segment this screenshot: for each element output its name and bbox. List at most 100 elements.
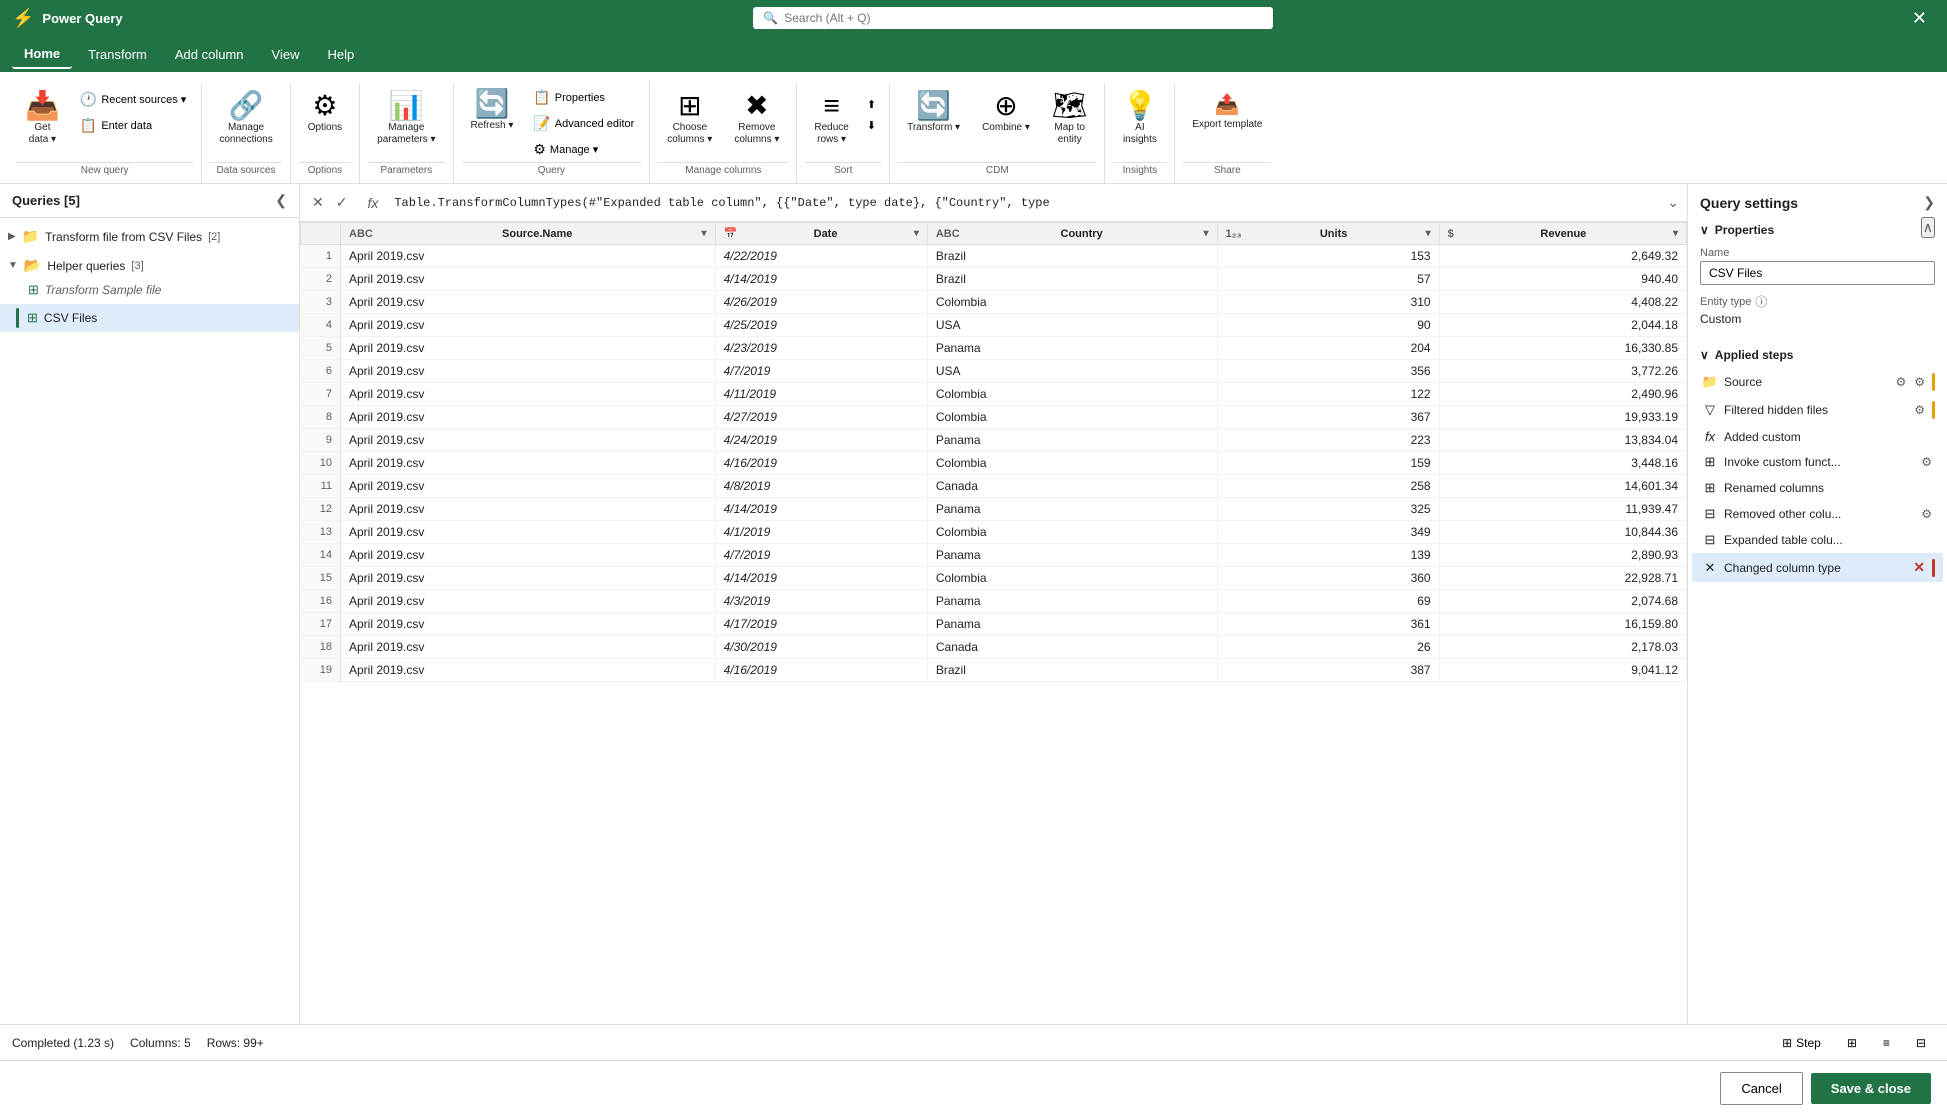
options-button[interactable]: ⚙ Options — [299, 87, 351, 139]
revenue-dropdown-icon[interactable]: ▾ — [1673, 228, 1678, 239]
cell-country: Colombia — [927, 521, 1217, 544]
combine-button[interactable]: ⊕ Combine ▾ — [973, 87, 1039, 139]
sort-asc-button[interactable]: ⬆ — [862, 95, 881, 114]
properties-section-header[interactable]: ∨ Properties — [1688, 217, 1947, 243]
applied-steps-chevron-icon: ∨ — [1700, 348, 1709, 362]
table-row[interactable]: 8 April 2019.csv 4/27/2019 Colombia 367 … — [301, 406, 1687, 429]
menu-item-add-column[interactable]: Add column — [163, 41, 256, 68]
table-row[interactable]: 3 April 2019.csv 4/26/2019 Colombia 310 … — [301, 291, 1687, 314]
step-delete-icon[interactable]: ✕ — [1910, 558, 1928, 577]
step-nav-icon[interactable]: ⚙ — [1911, 374, 1928, 390]
right-panel-expand-button[interactable]: ❯ — [1923, 194, 1935, 211]
query-item-csv-files[interactable]: ⊞ CSV Files — [0, 304, 299, 332]
table-row[interactable]: 13 April 2019.csv 4/1/2019 Colombia 349 … — [301, 521, 1687, 544]
table-row[interactable]: 4 April 2019.csv 4/25/2019 USA 90 2,044.… — [301, 314, 1687, 337]
table-row[interactable]: 7 April 2019.csv 4/11/2019 Colombia 122 … — [301, 383, 1687, 406]
table-row[interactable]: 18 April 2019.csv 4/30/2019 Canada 26 2,… — [301, 636, 1687, 659]
table-row[interactable]: 16 April 2019.csv 4/3/2019 Panama 69 2,0… — [301, 590, 1687, 613]
applied-step-item[interactable]: ⊞ Invoke custom funct... ⚙ — [1692, 449, 1943, 475]
col-header-country[interactable]: ABC Country ▾ — [927, 223, 1217, 245]
column-view-button[interactable]: ⊞ — [1838, 1031, 1866, 1055]
col-header-date[interactable]: 📅 Date ▾ — [715, 223, 927, 245]
query-group-transform-file-header[interactable]: ▶ 📁 Transform file from CSV Files [2] — [0, 224, 299, 249]
queries-collapse-button[interactable]: ❮ — [275, 192, 287, 209]
entity-type-info-icon[interactable]: ⓘ — [1755, 293, 1767, 310]
reduce-rows-button[interactable]: ≡ Reducerows ▾ — [805, 87, 857, 151]
cell-country: Canada — [927, 475, 1217, 498]
applied-steps-section-header[interactable]: ∨ Applied steps — [1688, 342, 1947, 368]
applied-step-item[interactable]: ✕ Changed column type ✕ — [1692, 553, 1943, 582]
cancel-button[interactable]: Cancel — [1720, 1072, 1802, 1105]
search-box[interactable]: 🔍 — [753, 7, 1273, 29]
menu-item-transform[interactable]: Transform — [76, 41, 159, 68]
step-nav-icon[interactable]: ⚙ — [1911, 402, 1928, 418]
applied-step-item[interactable]: fx Added custom — [1692, 424, 1943, 449]
name-prop-input[interactable] — [1700, 261, 1935, 285]
source-name-label: Source.Name — [502, 228, 572, 240]
table-row[interactable]: 19 April 2019.csv 4/16/2019 Brazil 387 9… — [301, 659, 1687, 682]
manage-connections-button[interactable]: 🔗 Manageconnections — [210, 87, 281, 151]
export-template-button[interactable]: 📤 Export template — [1183, 87, 1271, 135]
refresh-button[interactable]: 🔄 Refresh ▾ — [462, 85, 523, 137]
col-header-units[interactable]: 1₂₃ Units ▾ — [1217, 223, 1439, 245]
get-data-button[interactable]: 📥 Getdata ▾ — [16, 87, 69, 151]
sort-desc-button[interactable]: ⬇ — [862, 116, 881, 135]
manage-button[interactable]: ⚙ Manage ▾ — [526, 137, 641, 162]
table-row[interactable]: 1 April 2019.csv 4/22/2019 Brazil 153 2,… — [301, 245, 1687, 268]
table-row[interactable]: 15 April 2019.csv 4/14/2019 Colombia 360… — [301, 567, 1687, 590]
sort-arrows: ⬆ ⬇ — [862, 87, 881, 135]
map-to-entity-button[interactable]: 🗺 Map toentity — [1043, 87, 1097, 151]
step-settings-icon[interactable]: ⚙ — [1918, 506, 1935, 522]
grid-view-button[interactable]: ⊟ — [1907, 1031, 1935, 1055]
table-container[interactable]: ABC Source.Name ▾ 📅 Date ▾ — [300, 222, 1687, 1024]
ribbon-collapse-button[interactable]: ∧ — [1921, 217, 1935, 238]
save-close-button[interactable]: Save & close — [1811, 1073, 1931, 1104]
query-item-transform-sample[interactable]: ⊞ Transform Sample file — [20, 278, 299, 302]
close-button[interactable]: ✕ — [1904, 4, 1935, 33]
row-view-button[interactable]: ≡ — [1874, 1031, 1899, 1055]
recent-sources-button[interactable]: 🕐 Recent sources ▾ — [73, 87, 193, 112]
formula-check-icon[interactable]: ✓ — [332, 192, 352, 213]
properties-button[interactable]: 📋 Properties — [526, 85, 641, 110]
applied-step-item[interactable]: ⊟ Expanded table colu... — [1692, 527, 1943, 553]
table-row[interactable]: 9 April 2019.csv 4/24/2019 Panama 223 13… — [301, 429, 1687, 452]
table-row[interactable]: 14 April 2019.csv 4/7/2019 Panama 139 2,… — [301, 544, 1687, 567]
search-input[interactable] — [784, 11, 1263, 25]
units-dropdown-icon[interactable]: ▾ — [1426, 228, 1431, 239]
date-dropdown-icon[interactable]: ▾ — [914, 228, 919, 239]
cell-revenue: 9,041.12 — [1439, 659, 1686, 682]
applied-step-item[interactable]: 📁 Source ⚙⚙ — [1692, 368, 1943, 396]
manage-parameters-button[interactable]: 📊 Manageparameters ▾ — [368, 87, 444, 151]
menu-item-home[interactable]: Home — [12, 40, 72, 69]
menu-item-help[interactable]: Help — [315, 41, 366, 68]
col-header-source-name[interactable]: ABC Source.Name ▾ — [341, 223, 716, 245]
step-button[interactable]: ⊞ Step — [1773, 1031, 1830, 1055]
table-row[interactable]: 11 April 2019.csv 4/8/2019 Canada 258 14… — [301, 475, 1687, 498]
formula-delete-icon[interactable]: ✕ — [308, 192, 328, 213]
applied-step-item[interactable]: ▽ Filtered hidden files ⚙ — [1692, 396, 1943, 424]
step-settings-icon[interactable]: ⚙ — [1918, 454, 1935, 470]
table-row[interactable]: 12 April 2019.csv 4/14/2019 Panama 325 1… — [301, 498, 1687, 521]
col-header-revenue[interactable]: $ Revenue ▾ — [1439, 223, 1686, 245]
applied-step-item[interactable]: ⊟ Removed other colu... ⚙ — [1692, 501, 1943, 527]
formula-expand-icon[interactable]: ⌄ — [1667, 194, 1679, 211]
table-row[interactable]: 6 April 2019.csv 4/7/2019 USA 356 3,772.… — [301, 360, 1687, 383]
formula-input[interactable]: Table.TransformColumnTypes(#"Expanded ta… — [394, 196, 1659, 210]
applied-step-item[interactable]: ⊞ Renamed columns — [1692, 475, 1943, 501]
step-actions: ⚙ — [1911, 402, 1928, 418]
table-row[interactable]: 5 April 2019.csv 4/23/2019 Panama 204 16… — [301, 337, 1687, 360]
country-dropdown-icon[interactable]: ▾ — [1204, 228, 1209, 239]
enter-data-button[interactable]: 📋 Enter data — [73, 113, 193, 138]
menu-item-view[interactable]: View — [260, 41, 312, 68]
table-row[interactable]: 2 April 2019.csv 4/14/2019 Brazil 57 940… — [301, 268, 1687, 291]
transform-button[interactable]: 🔄 Transform ▾ — [898, 87, 969, 139]
table-row[interactable]: 10 April 2019.csv 4/16/2019 Colombia 159… — [301, 452, 1687, 475]
remove-columns-button[interactable]: ✖ Removecolumns ▾ — [725, 87, 788, 151]
choose-columns-button[interactable]: ⊞ Choosecolumns ▾ — [658, 87, 721, 151]
query-group-helper-header[interactable]: ▼ 📂 Helper queries [3] — [0, 253, 299, 278]
advanced-editor-button[interactable]: 📝 Advanced editor — [526, 111, 641, 136]
step-settings-icon[interactable]: ⚙ — [1892, 374, 1909, 390]
ai-insights-button[interactable]: 💡 AIinsights — [1113, 87, 1166, 151]
table-row[interactable]: 17 April 2019.csv 4/17/2019 Panama 361 1… — [301, 613, 1687, 636]
source-name-dropdown-icon[interactable]: ▾ — [702, 228, 707, 239]
